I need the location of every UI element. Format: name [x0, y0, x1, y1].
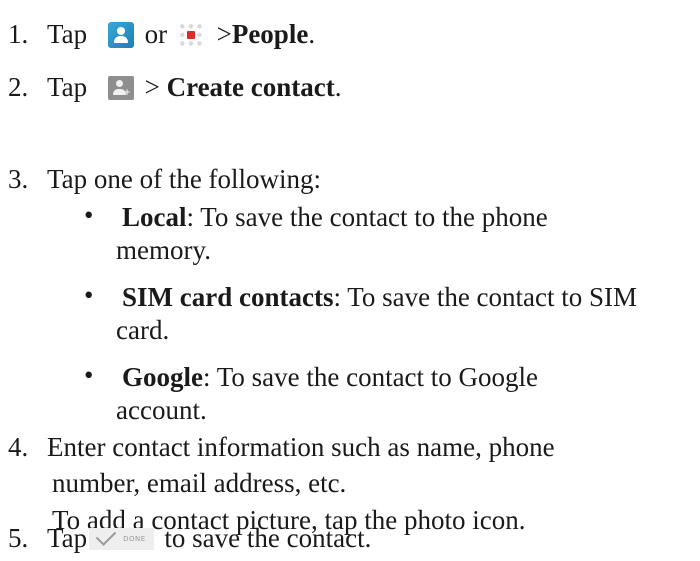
done-label: DONE	[123, 534, 146, 543]
done-check-icon: DONE	[89, 525, 154, 550]
people-app-icon	[107, 21, 134, 48]
step-text: Enter contact information such as name, …	[47, 432, 555, 462]
step-text: Tap	[47, 72, 88, 102]
bullet-marker: •	[84, 280, 94, 310]
option-google: Google	[122, 362, 203, 392]
step-text: Tap one of the following:	[47, 164, 322, 194]
step-text: >	[144, 72, 160, 102]
bullet-local-cont: memory.	[116, 235, 211, 265]
apps-grid-icon	[177, 21, 204, 48]
step-number: 1.	[8, 19, 29, 49]
option-sim-card-contacts: SIM card contacts	[122, 282, 334, 312]
step-text: to save the contact.	[164, 523, 372, 553]
bullet-marker: •	[84, 360, 94, 390]
bullet-local: Local: To save the contact to the phone	[122, 202, 548, 232]
bullet-google-cont: account.	[116, 395, 207, 425]
step-1: 1. Tap or >People.	[8, 19, 316, 49]
bullet-marker: •	[84, 200, 94, 230]
step-4-line-2: number, email address, etc.	[52, 468, 347, 498]
create-contact-label: Create contact	[166, 72, 335, 102]
people-label: People	[231, 19, 309, 49]
bullet-sim: SIM card contacts: To save the contact t…	[122, 282, 638, 312]
step-3: 3. Tap one of the following:	[8, 162, 321, 196]
step-number: 4.	[8, 432, 29, 462]
step-text: or	[144, 19, 168, 49]
option-local: Local	[122, 202, 187, 232]
step-text: Tap	[47, 523, 88, 553]
step-number: 5.	[8, 523, 29, 553]
step-text: >	[216, 19, 232, 49]
bullet-google: Google: To save the contact to Google	[122, 362, 539, 392]
step-number: 3.	[8, 164, 29, 194]
step-5: 5. Tap DONE to save the contact.	[8, 521, 371, 555]
add-contact-icon: +	[107, 75, 134, 100]
step-text: Tap	[47, 19, 88, 49]
step-2: 2. Tap + > Create contact.	[8, 72, 342, 102]
bullet-sim-cont: card.	[116, 315, 170, 345]
step-4: 4. Enter contact information such as nam…	[8, 430, 555, 464]
step-number: 2.	[8, 72, 29, 102]
